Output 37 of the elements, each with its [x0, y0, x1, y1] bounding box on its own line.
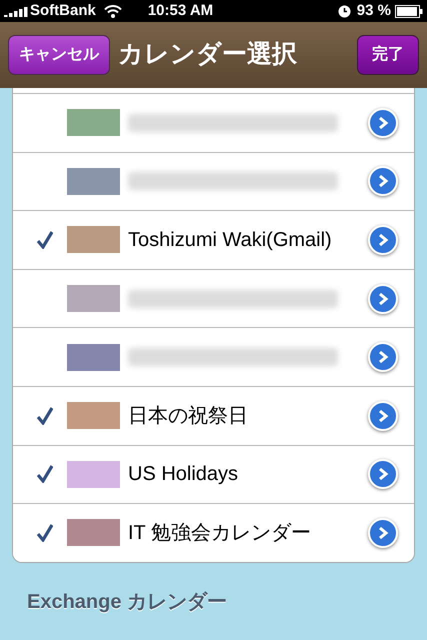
disclosure-button[interactable]	[368, 284, 398, 314]
clock-icon	[338, 4, 351, 18]
signal-icon	[4, 5, 28, 17]
battery-icon	[395, 4, 423, 18]
calendar-name: 日本の祝祭日	[128, 404, 248, 427]
chevron-icon	[377, 232, 389, 247]
section-header: Exchange カレンダー	[27, 590, 228, 615]
battery-percent: 93 %	[356, 0, 391, 21]
chevron-icon	[377, 116, 389, 130]
checkmark-icon	[37, 524, 53, 542]
chevron-icon	[377, 174, 389, 188]
window-title: カレンダー選択	[118, 39, 298, 70]
wifi-icon	[104, 4, 122, 18]
calendar-row[interactable]: IT 勉強会カレンダー	[13, 503, 414, 562]
done-button[interactable]: 完了	[357, 35, 419, 75]
chevron-icon	[377, 467, 389, 482]
disclosure-button[interactable]	[368, 342, 398, 372]
chevron-icon	[377, 350, 389, 364]
disclosure-button[interactable]	[368, 108, 398, 138]
carrier-name: SoftBank	[30, 0, 96, 21]
calendar-name: Toshizumi Waki(Gmail)	[128, 228, 332, 251]
cancel-button[interactable]: キャンセル	[8, 35, 110, 75]
disclosure-button[interactable]	[368, 224, 398, 255]
calendar-name: IT 勉強会カレンダー	[128, 522, 311, 544]
chevron-icon	[377, 526, 389, 540]
disclosure-button[interactable]	[368, 166, 398, 196]
checkmark-icon	[37, 465, 53, 484]
checkmark-icon	[37, 230, 53, 249]
disclosure-button[interactable]	[368, 459, 398, 490]
chevron-icon	[377, 408, 389, 423]
calendar-row[interactable]	[13, 268, 414, 328]
chevron-icon	[377, 292, 389, 306]
clock-time: 10:53 AM	[148, 0, 214, 21]
checkmark-icon	[37, 406, 53, 425]
disclosure-button[interactable]	[368, 400, 398, 431]
calendar-name: US Holidays	[128, 463, 238, 486]
disclosure-button[interactable]	[368, 518, 398, 548]
